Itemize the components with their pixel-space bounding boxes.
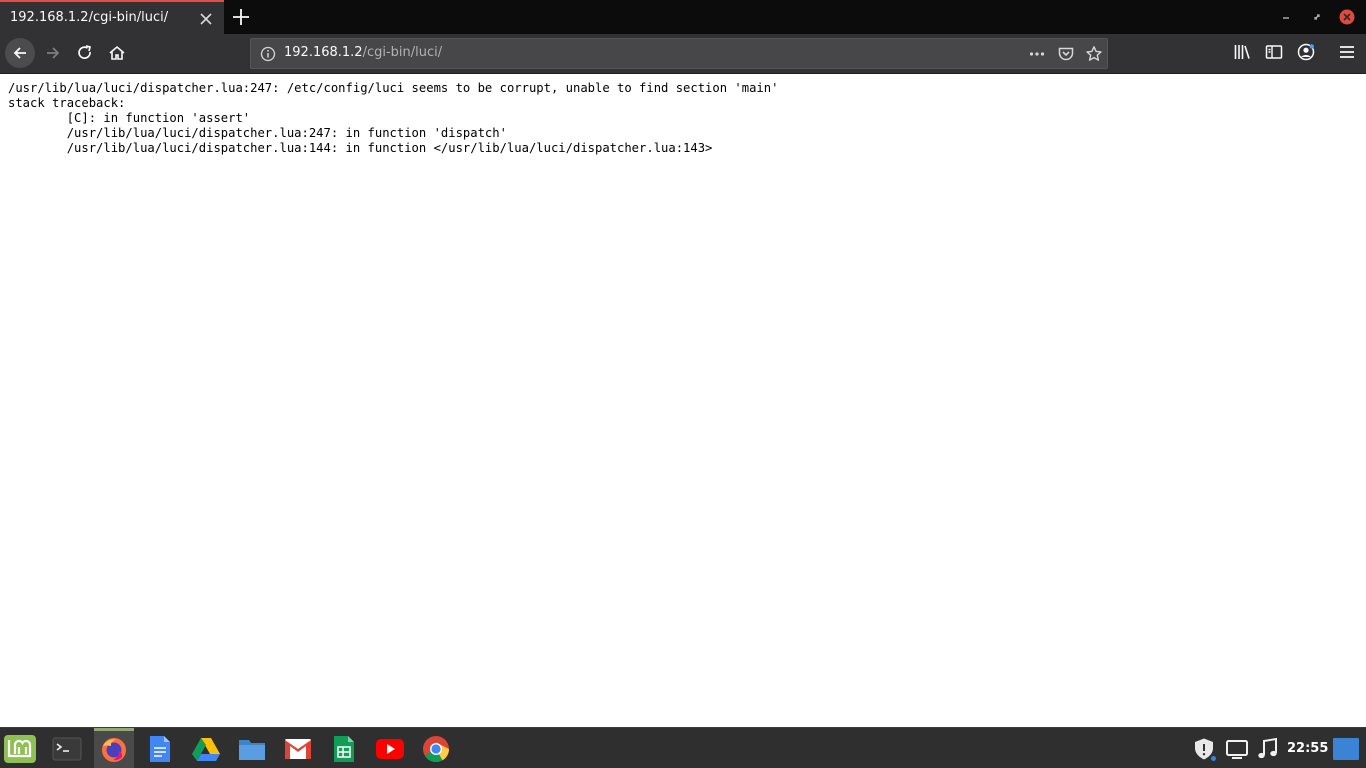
reload-icon [78,45,92,59]
traceback-line: /usr/lib/lua/luci/dispatcher.lua:247: in… [8,126,507,140]
library-icon[interactable] [1233,43,1251,61]
reload-button[interactable] [70,38,100,68]
drive-icon [192,737,220,761]
mint-menu-icon [4,734,36,763]
minimize-icon[interactable] [1278,9,1294,25]
files-icon [239,739,265,760]
sidebar-icon[interactable] [1265,43,1283,61]
tab-strip: 192.168.1.2/cgi-bin/luci/ [0,0,1366,34]
terminal-icon [52,737,82,760]
forward-button[interactable] [38,38,68,68]
menu-icon[interactable] [1338,43,1356,61]
page-actions-icon[interactable] [1028,45,1046,63]
terminal-launcher[interactable] [47,728,87,768]
maximize-icon[interactable] [1309,9,1325,25]
youtube-icon [376,738,404,759]
pocket-icon[interactable] [1057,45,1075,63]
taskbar: 22:55 [0,727,1366,768]
sheets-launcher[interactable] [324,728,364,768]
music-note-icon[interactable] [1256,737,1280,761]
back-button[interactable] [5,38,35,68]
error-message: /usr/lib/lua/luci/dispatcher.lua:247: /e… [8,81,779,95]
url-path: /cgi-bin/luci/ [362,45,443,60]
error-output: /usr/lib/lua/luci/dispatcher.lua:247: /e… [8,81,778,156]
traceback-header: stack traceback: [8,96,126,110]
url-host: 192.168.1.2 [284,45,363,60]
tab-active[interactable]: 192.168.1.2/cgi-bin/luci/ [0,0,224,34]
firefox-launcher[interactable] [94,728,134,768]
page-content: /usr/lib/lua/luci/dispatcher.lua:247: /e… [0,75,1366,727]
gmail-icon [285,738,311,759]
firefox-icon [102,738,126,762]
chrome-launcher[interactable] [416,728,456,768]
docs-icon [150,735,170,762]
forward-icon [47,47,60,59]
close-tab-icon[interactable] [198,11,214,27]
docs-launcher[interactable] [140,728,180,768]
traceback-line: [C]: in function 'assert' [8,111,251,125]
account-icon[interactable] [1297,43,1315,61]
close-window-icon[interactable] [1339,9,1355,25]
sheets-icon [334,735,354,762]
navigation-toolbar: 192.168.1.2/cgi-bin/luci/ [0,34,1366,74]
url-text[interactable]: 192.168.1.2/cgi-bin/luci/ [284,45,442,60]
display-icon[interactable] [1225,737,1249,761]
clock[interactable]: 22:55 [1287,741,1328,756]
back-icon [13,47,26,59]
bookmark-star-icon[interactable] [1085,45,1103,63]
show-desktop-button[interactable] [1333,738,1359,760]
youtube-launcher[interactable] [370,728,410,768]
tab-title: 192.168.1.2/cgi-bin/luci/ [10,10,169,25]
home-icon [109,45,125,60]
site-info-icon[interactable] [260,46,276,62]
new-tab-icon[interactable] [230,6,252,28]
shield-icon[interactable] [1192,737,1216,761]
chrome-icon [423,735,450,762]
mint-menu-button[interactable] [0,728,40,768]
files-launcher[interactable] [232,728,272,768]
traceback-line: /usr/lib/lua/luci/dispatcher.lua:144: in… [8,141,713,155]
home-button[interactable] [102,38,132,68]
drive-launcher[interactable] [186,728,226,768]
url-bar[interactable]: 192.168.1.2/cgi-bin/luci/ [250,38,1108,69]
gmail-launcher[interactable] [278,728,318,768]
